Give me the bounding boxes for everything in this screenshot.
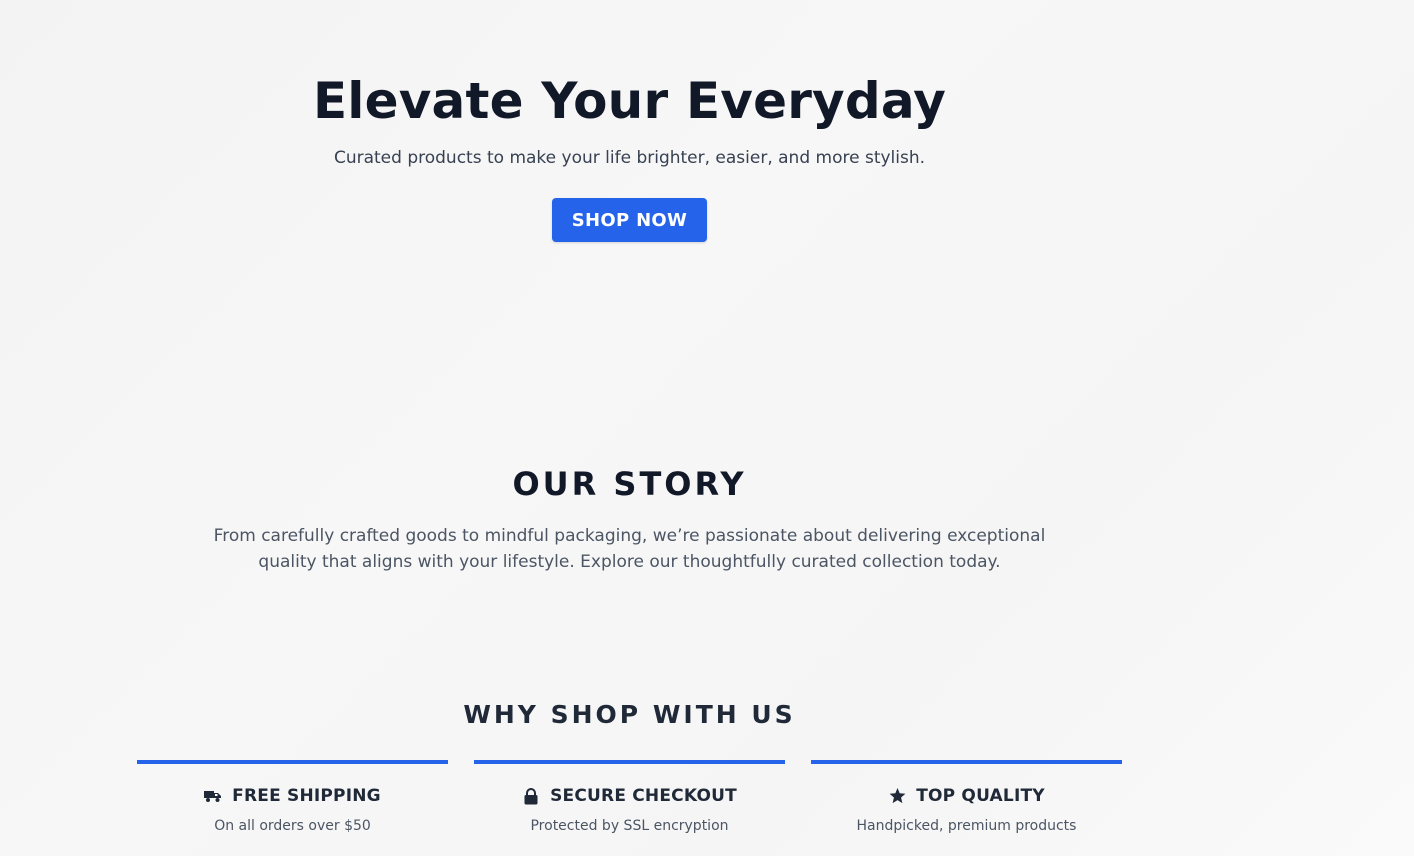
feature-desc: Handpicked, premium products <box>856 818 1077 834</box>
feature-secure-checkout: SECURE CHECKOUT Protected by SSL encrypt… <box>474 760 785 856</box>
story-text: From carefully crafted goods to mindful … <box>213 526 1046 572</box>
truck-icon <box>204 787 222 805</box>
feature-desc: Protected by SSL encryption <box>530 818 729 834</box>
hero-subtitle: Curated products to make your life brigh… <box>333 148 926 168</box>
feature-title: FREE SHIPPING <box>232 786 381 806</box>
feature-top-quality: TOP QUALITY Handpicked, premium products <box>811 760 1122 856</box>
feature-title: TOP QUALITY <box>916 786 1045 806</box>
why-title: WHY SHOP WITH US <box>463 700 796 729</box>
shop-now-button[interactable]: SHOP NOW <box>552 198 707 242</box>
story-title: OUR STORY <box>512 465 747 503</box>
feature-header: TOP QUALITY <box>811 786 1122 806</box>
feature-free-shipping: FREE SHIPPING On all orders over $50 <box>137 760 448 856</box>
feature-header: FREE SHIPPING <box>137 786 448 806</box>
feature-desc: On all orders over $50 <box>214 818 371 834</box>
hero-title: Elevate Your Everyday <box>312 72 947 130</box>
feature-title: SECURE CHECKOUT <box>550 786 737 806</box>
feature-header: SECURE CHECKOUT <box>474 786 785 806</box>
lock-icon <box>522 787 540 805</box>
page: Elevate Your Everyday Curated products t… <box>0 0 1414 856</box>
star-icon <box>888 787 906 805</box>
